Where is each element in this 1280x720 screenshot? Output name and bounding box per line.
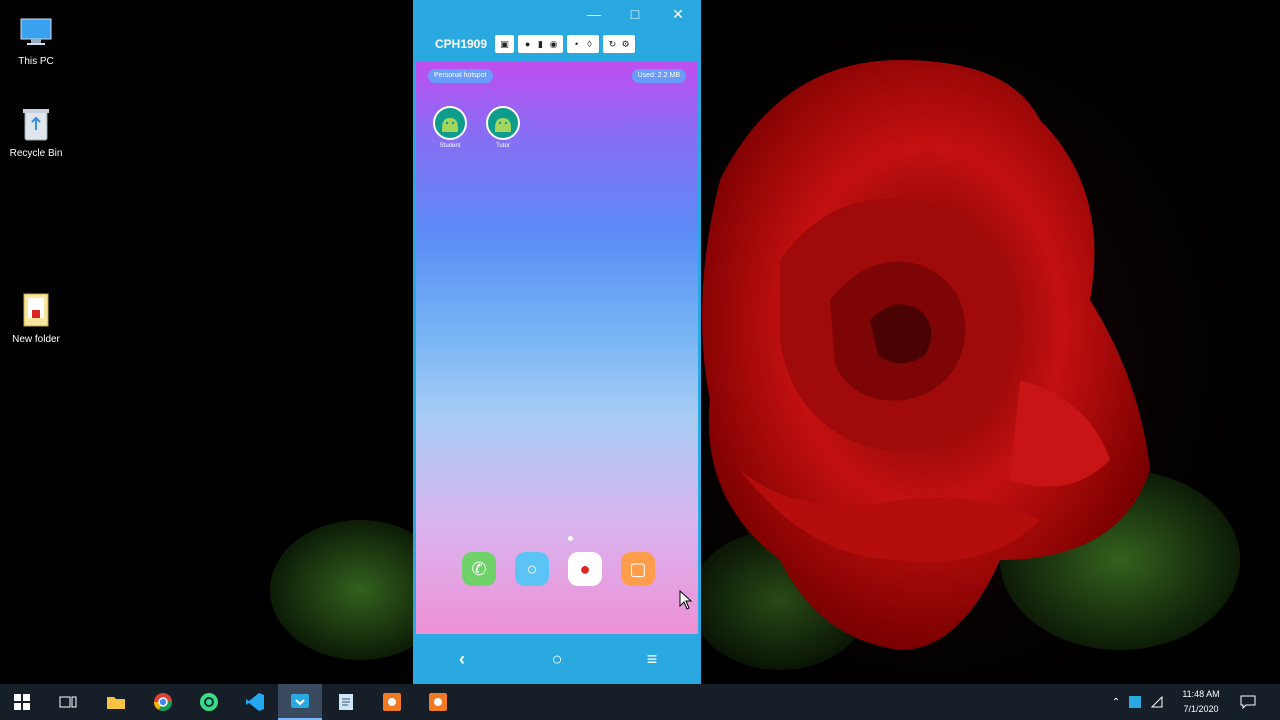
chrome-button[interactable] <box>141 684 185 720</box>
folder-icon <box>16 290 56 330</box>
action-center-button[interactable] <box>1240 684 1256 720</box>
toolbar-group-3: • ◊ <box>567 35 600 53</box>
monitor-icon <box>16 12 56 52</box>
tray-app-icon[interactable] <box>1124 695 1146 709</box>
gallery-icon[interactable]: ▢ <box>621 552 655 586</box>
app-icon <box>383 693 401 711</box>
camera-icon[interactable]: ● <box>568 552 602 586</box>
home-button[interactable]: ○ <box>544 646 570 672</box>
notification-icon <box>1240 695 1256 709</box>
desktop-icon-new-folder[interactable]: New folder <box>0 290 72 345</box>
camera-icon[interactable]: ◉ <box>547 38 560 51</box>
windows-logo-icon <box>14 694 30 710</box>
back-button[interactable]: ‹ <box>449 646 475 672</box>
network-icon[interactable] <box>1146 695 1168 709</box>
mirror-toolbar: CPH1909 ▣ ● ▮ ◉ • ◊ ↻ ⚙ <box>413 28 701 60</box>
screenshot-icon[interactable]: ▣ <box>498 38 511 51</box>
taskbar: ⌃ 11:48 AM 7/1/2020 <box>0 684 1280 720</box>
vscode-icon <box>246 693 264 711</box>
file-explorer-icon <box>107 697 125 709</box>
app-label: Student <box>439 143 461 149</box>
video-icon[interactable]: ▮ <box>534 38 547 51</box>
settings-icon[interactable]: ⚙ <box>619 38 632 51</box>
app-icon <box>429 693 447 711</box>
device-name: CPH1909 <box>435 37 488 51</box>
desktop-icon-label: Recycle Bin <box>9 148 63 159</box>
file-explorer-button[interactable] <box>94 684 138 720</box>
phone-nav-bar: ‹ ○ ≡ <box>413 634 701 684</box>
toolbar-group-2: ● ▮ ◉ <box>518 35 564 53</box>
page-indicator <box>568 536 573 541</box>
maximize-button[interactable]: □ <box>624 3 646 25</box>
clock-time: 11:48 AM <box>1182 689 1220 699</box>
volume-icon[interactable]: ◊ <box>583 38 596 51</box>
start-button[interactable] <box>0 684 44 720</box>
android-studio-icon <box>200 693 218 711</box>
app-button-orange-1[interactable] <box>370 684 414 720</box>
mirror-app-icon <box>291 694 309 708</box>
data-usage-status: Used: 2.2 MB <box>631 69 686 83</box>
close-button[interactable]: ✕ <box>667 3 689 25</box>
clock-date: 7/1/2020 <box>1183 704 1219 714</box>
desktop-icon-recycle-bin[interactable]: Recycle Bin <box>0 104 72 159</box>
task-view-icon <box>59 696 77 708</box>
notepad-icon <box>339 694 353 710</box>
mirror-app-button[interactable] <box>278 684 322 720</box>
record-icon[interactable]: ● <box>521 38 534 51</box>
app-tutor[interactable]: Tutor <box>483 106 523 149</box>
chrome-icon <box>154 693 172 712</box>
android-icon <box>486 106 520 140</box>
mouse-cursor-icon <box>679 590 693 610</box>
window-titlebar[interactable]: — □ ✕ <box>413 0 701 28</box>
app-student[interactable]: Student <box>430 106 470 149</box>
toolbar-group-1: ▣ <box>495 35 515 53</box>
desktop-icon-this-pc[interactable]: This PC <box>0 12 72 67</box>
hotspot-status: Personal hotspot <box>428 69 493 83</box>
phone-icon[interactable]: ✆ <box>462 552 496 586</box>
notepad-button[interactable] <box>324 684 368 720</box>
taskbar-clock[interactable]: 11:48 AM 7/1/2020 <box>1168 687 1234 717</box>
phone-screen[interactable]: Personal hotspot Used: 2.2 MB Student Tu… <box>416 62 698 634</box>
show-hidden-icons-icon[interactable]: ⌃ <box>1108 697 1124 708</box>
phone-mirror-window: — □ ✕ CPH1909 ▣ ● ▮ ◉ • ◊ ↻ ⚙ Personal h… <box>413 0 701 684</box>
system-tray: ⌃ <box>1108 684 1168 720</box>
app-label: Tutor <box>496 143 510 149</box>
messages-icon[interactable]: ○ <box>515 552 549 586</box>
desktop-icon-label: New folder <box>12 334 60 345</box>
rotate-icon[interactable]: ↻ <box>606 38 619 51</box>
minimize-button[interactable]: — <box>583 3 605 25</box>
recycle-bin-icon <box>16 104 56 144</box>
app-button-orange-2[interactable] <box>416 684 460 720</box>
dot-icon[interactable]: • <box>570 38 583 51</box>
desktop-icon-label: This PC <box>18 56 54 67</box>
android-icon <box>433 106 467 140</box>
vscode-button[interactable] <box>233 684 277 720</box>
android-studio-button[interactable] <box>187 684 231 720</box>
task-view-button[interactable] <box>46 684 90 720</box>
toolbar-group-4: ↻ ⚙ <box>603 35 636 53</box>
menu-button[interactable]: ≡ <box>639 646 665 672</box>
